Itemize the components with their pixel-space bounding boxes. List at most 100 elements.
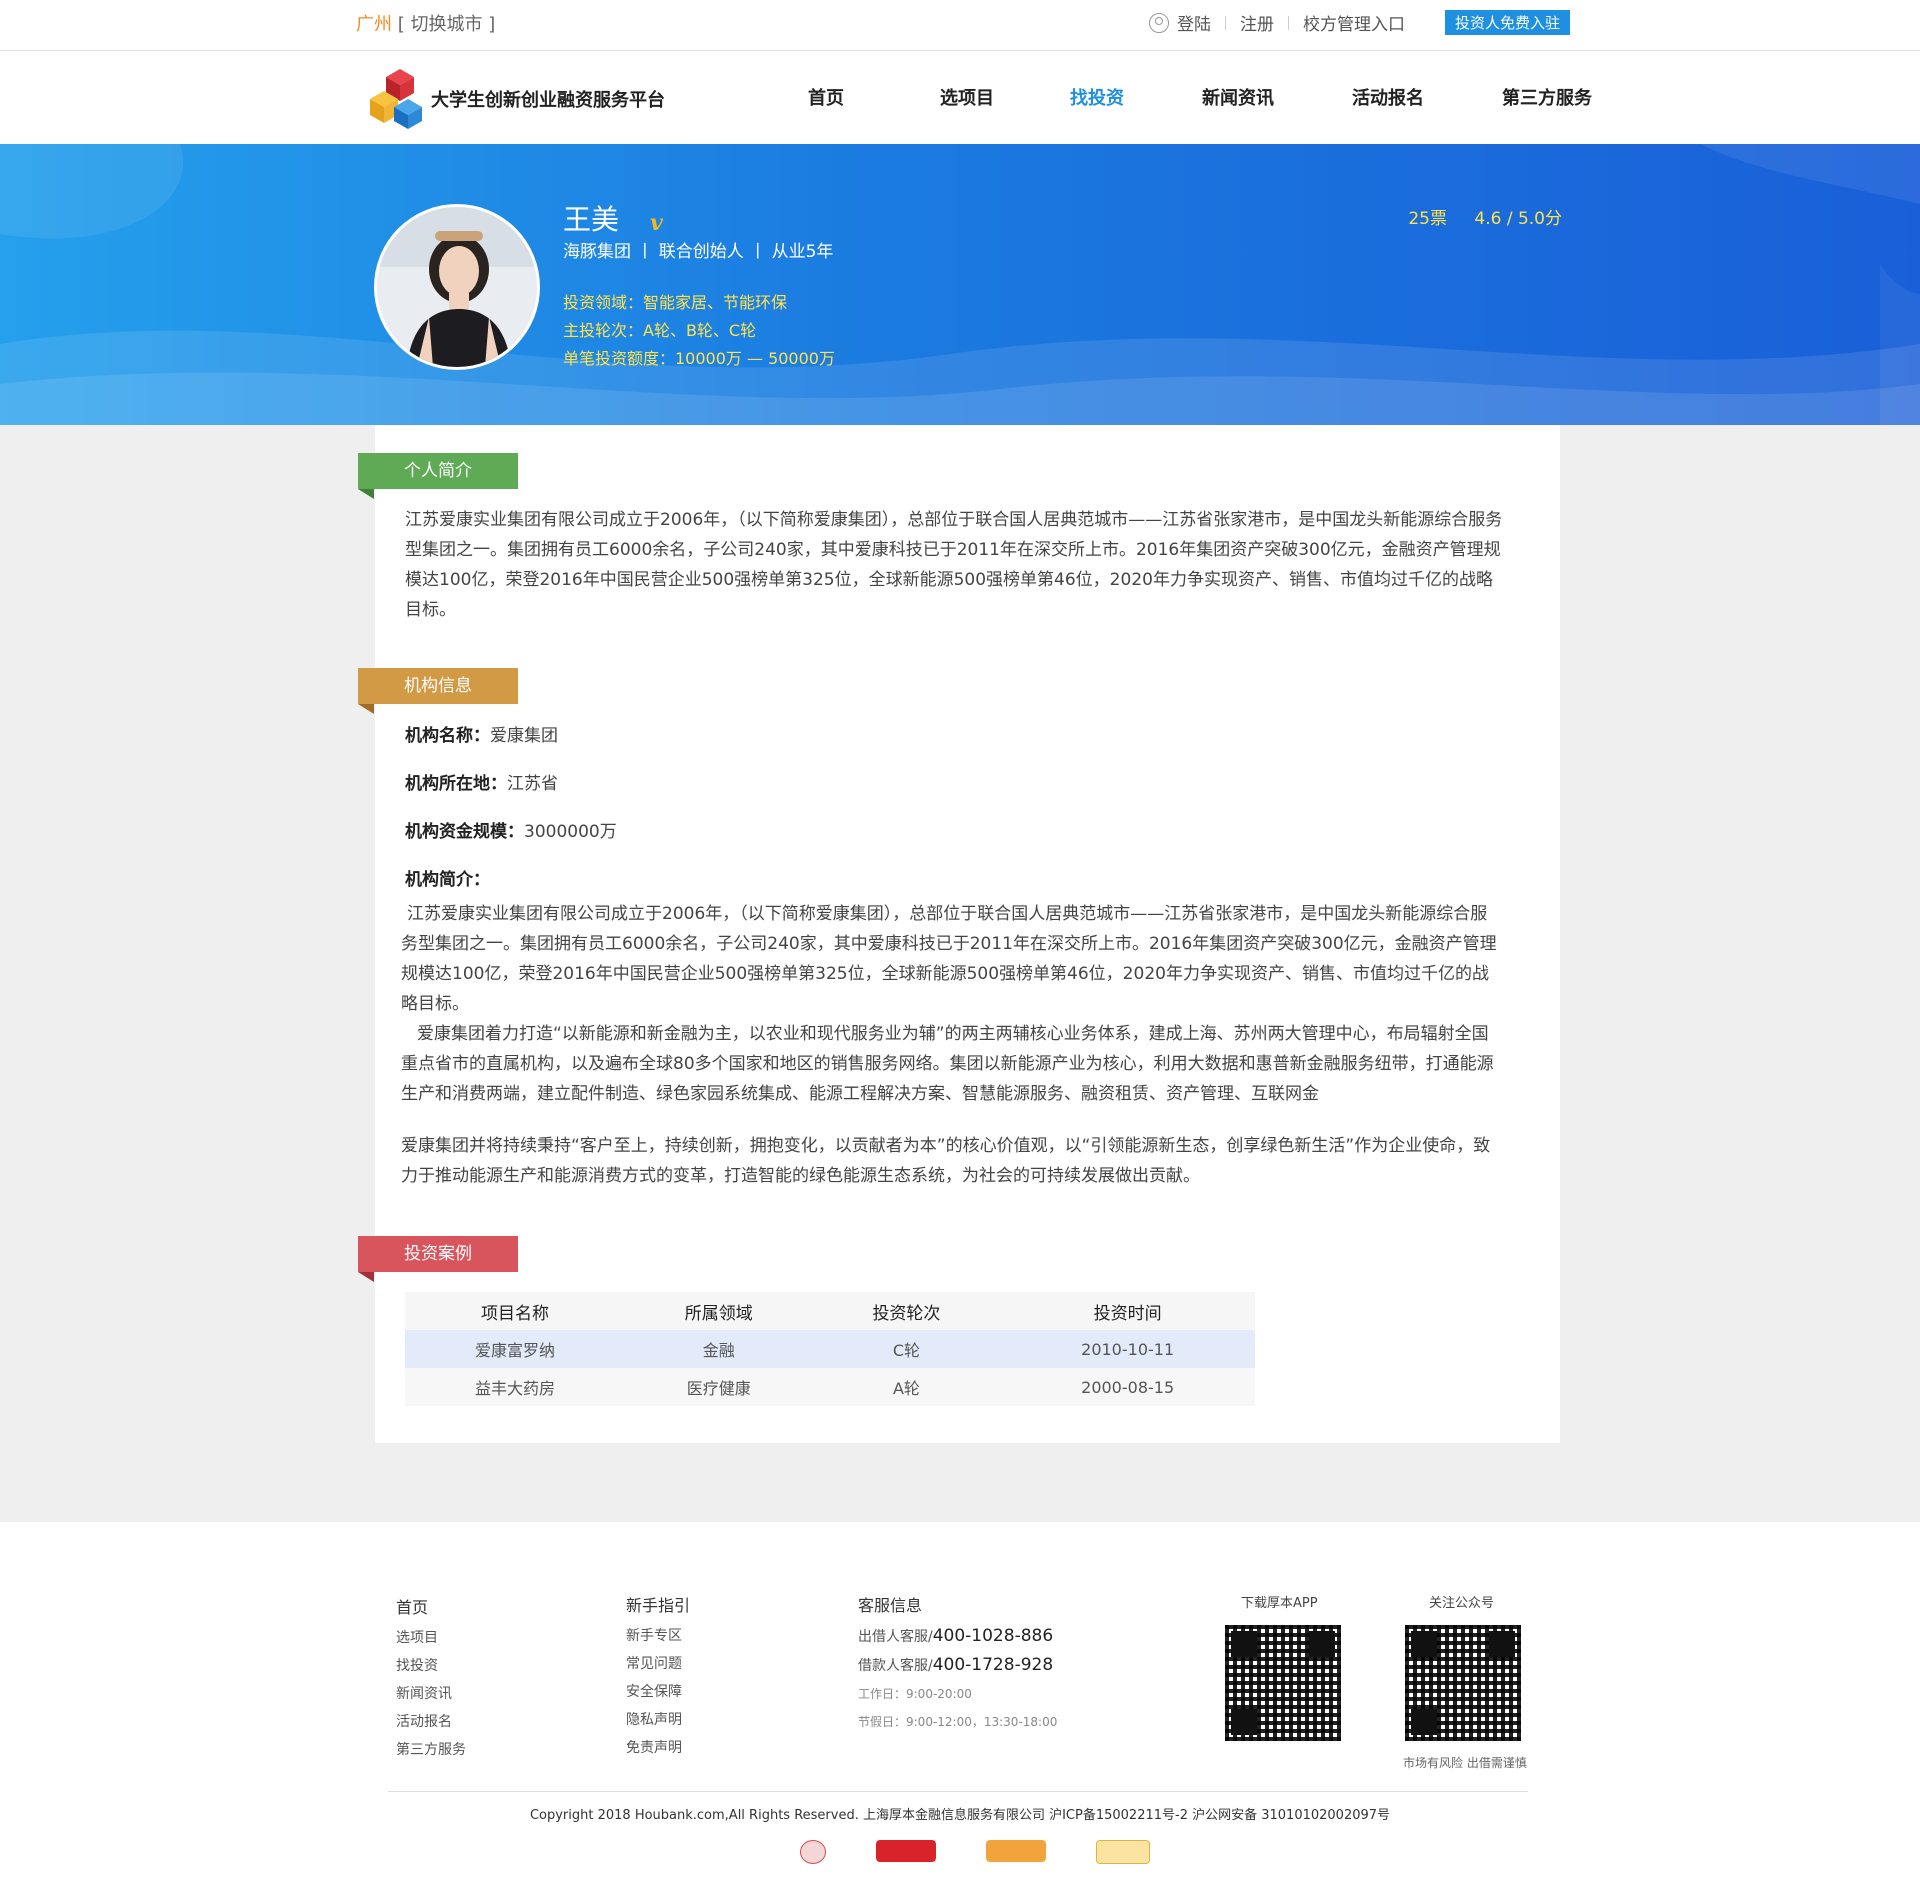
investment-fields: 投资领域：智能家居、节能环保 xyxy=(563,293,788,312)
footer-link-third-party[interactable]: 第三方服务 xyxy=(396,1736,466,1764)
borrower-phone[interactable]: 400-1728-928 xyxy=(933,1655,1053,1675)
investment-rounds: 主投轮次：A轮、B轮、C轮 xyxy=(563,321,757,340)
table-cell: C轮 xyxy=(812,1330,1001,1368)
lender-phone[interactable]: 400-1028-886 xyxy=(933,1626,1053,1646)
nav-item-events[interactable]: 活动报名 xyxy=(1352,84,1424,110)
table-cell: 2010-10-11 xyxy=(1000,1330,1255,1368)
footer-service-title: 客服信息 xyxy=(858,1596,923,1615)
column-header: 投资时间 xyxy=(1000,1292,1255,1330)
footer-link-projects[interactable]: 选项目 xyxy=(396,1624,466,1652)
register-link[interactable]: 注册 xyxy=(1240,10,1274,35)
org-name-value: 爱康集团 xyxy=(490,726,558,746)
table-cell: 2000-08-15 xyxy=(1000,1368,1255,1406)
org-fund-field: 机构资金规模：3000000万 xyxy=(405,817,617,842)
app-qr-code[interactable] xyxy=(1225,1625,1341,1741)
trusted-site-badge-icon[interactable] xyxy=(876,1840,936,1862)
wechat-qr-code[interactable] xyxy=(1405,1625,1521,1741)
footer-link-newbie[interactable]: 新手专区 xyxy=(626,1622,690,1650)
org-name-field: 机构名称：爱康集团 xyxy=(405,721,558,746)
city-selector[interactable]: 广州 [ 切换城市 ] xyxy=(356,10,495,36)
table-row[interactable]: 益丰大药房 医疗健康 A轮 2000-08-15 xyxy=(405,1368,1255,1406)
footer-link-privacy[interactable]: 隐私声明 xyxy=(626,1706,690,1734)
investor-meta: 海豚集团 丨 联合创始人 丨 从业5年 xyxy=(563,242,834,262)
investor-name: 王美 xyxy=(563,203,620,236)
nav-item-projects[interactable]: 选项目 xyxy=(940,84,994,110)
vote-count: 25票 xyxy=(1408,209,1447,229)
table-cell: 金融 xyxy=(624,1330,813,1368)
org-location-field: 机构所在地：江苏省 xyxy=(405,769,558,794)
column-header: 所属领域 xyxy=(624,1292,813,1330)
copyright: Copyright 2018 Houbank.com,All Rights Re… xyxy=(529,1808,1391,1823)
divider xyxy=(1224,15,1226,30)
credit-site-badge-icon[interactable] xyxy=(986,1840,1046,1862)
switch-city-link[interactable]: [ 切换城市 ] xyxy=(398,14,496,35)
risk-note: 市场有风险 出借需谨慎 xyxy=(1403,1756,1527,1770)
org-fund-value: 3000000万 xyxy=(524,822,617,842)
section-tag-cases: 投资案例 xyxy=(358,1236,518,1282)
personal-intro-text: 江苏爱康实业集团有限公司成立于2006年，（以下简称爱康集团），总部位于联合国人… xyxy=(405,510,1503,620)
investment-amount: 单笔投资额度：10000万 — 50000万 xyxy=(563,349,835,368)
trust-badges xyxy=(800,1840,1150,1864)
footer-link-find-investment[interactable]: 找投资 xyxy=(396,1652,466,1680)
rating-score: 4.6 / 5.0分 xyxy=(1474,209,1562,229)
investor-avatar xyxy=(374,204,540,370)
footer-link-home[interactable]: 首页 xyxy=(396,1594,466,1622)
investor-details: 投资领域：智能家居、节能环保 主投轮次：A轮、B轮、C轮 单笔投资额度：1000… xyxy=(563,289,835,373)
org-location-value: 江苏省 xyxy=(507,774,558,794)
investor-signup-button[interactable]: 投资人免费入驻 xyxy=(1444,10,1570,35)
org-intro-label: 机构简介： xyxy=(405,865,490,890)
divider xyxy=(1287,15,1289,30)
footer: 首页 选项目 找投资 新闻资讯 活动报名 第三方服务 新手指引 新手专区 常见问… xyxy=(0,1522,1920,1881)
nav-item-third-party[interactable]: 第三方服务 xyxy=(1502,84,1592,110)
holiday-hours: 节假日：9:00-12:00，13:30-18:00 xyxy=(858,1715,1058,1729)
main-nav: 大学生创新创业融资服务平台 首页 选项目 找投资 新闻资讯 活动报名 第三方服务 xyxy=(0,51,1920,144)
verified-icon: v xyxy=(650,210,663,236)
wave-background xyxy=(0,144,1920,425)
table-cell: 医疗健康 xyxy=(624,1368,813,1406)
seal-badge-icon[interactable] xyxy=(800,1840,826,1864)
current-city: 广州 xyxy=(356,14,392,35)
footer-guide-title: 新手指引 xyxy=(626,1596,691,1615)
footer-divider xyxy=(388,1791,1528,1792)
table-cell: A轮 xyxy=(812,1368,1001,1406)
section-tag-intro: 个人简介 xyxy=(358,453,518,499)
app-download-label: 下载厚本APP xyxy=(1241,1596,1318,1611)
norton-badge-icon[interactable] xyxy=(1096,1840,1150,1864)
school-admin-link[interactable]: 校方管理入口 xyxy=(1303,10,1405,35)
rating: 25票 4.6 / 5.0分 xyxy=(1408,204,1562,229)
nav-item-news[interactable]: 新闻资讯 xyxy=(1202,84,1274,110)
lender-label: 出借人客服/ xyxy=(858,1629,933,1645)
logo-icon[interactable] xyxy=(366,67,426,129)
table-row[interactable]: 爱康富罗纳 金融 C轮 2010-10-11 xyxy=(405,1330,1255,1368)
org-name-label: 机构名称： xyxy=(405,726,490,746)
nav-item-find-investment[interactable]: 找投资 xyxy=(1070,84,1124,110)
login-link[interactable]: 登陆 xyxy=(1177,10,1211,35)
nav-item-home[interactable]: 首页 xyxy=(808,84,844,110)
nav-menu: 首页 选项目 找投资 新闻资讯 活动报名 第三方服务 xyxy=(780,84,1592,110)
footer-link-events[interactable]: 活动报名 xyxy=(396,1708,466,1736)
column-header: 投资轮次 xyxy=(812,1292,1001,1330)
investment-cases-table: 项目名称 所属领域 投资轮次 投资时间 爱康富罗纳 金融 C轮 2010-10-… xyxy=(405,1292,1255,1406)
org-location-label: 机构所在地： xyxy=(405,774,507,794)
org-intro-paragraph-2: 爱康集团着力打造“以新能源和新金融为主，以农业和现代服务业为辅”的两主两辅核心业… xyxy=(401,1024,1494,1104)
borrower-label: 借款人客服/ xyxy=(858,1658,933,1674)
org-fund-label: 机构资金规模： xyxy=(405,822,524,842)
user-icon xyxy=(1148,12,1169,33)
footer-link-faq[interactable]: 常见问题 xyxy=(626,1650,690,1678)
org-intro-label-text: 机构简介： xyxy=(405,870,490,890)
footer-guide: 新手指引 新手专区 常见问题 安全保障 隐私声明 免责声明 xyxy=(626,1592,690,1762)
org-intro-paragraph-3: 爱康集团并将持续秉持“客户至上，持续创新，拥抱变化，以贡献者为本”的核心价值观，… xyxy=(401,1136,1491,1186)
table-cell: 益丰大药房 xyxy=(405,1368,625,1406)
section-tag-org: 机构信息 xyxy=(358,668,518,714)
top-links: 登陆 注册 校方管理入口 投资人免费入驻 xyxy=(1148,10,1570,35)
footer-service: 客服信息 出借人客服/400-1028-886 借款人客服/400-1728-9… xyxy=(858,1592,1057,1736)
brand-name: 大学生创新创业融资服务平台 xyxy=(431,90,665,111)
footer-link-news[interactable]: 新闻资讯 xyxy=(396,1680,466,1708)
footer-link-security[interactable]: 安全保障 xyxy=(626,1678,690,1706)
footer-link-disclaimer[interactable]: 免责声明 xyxy=(626,1734,690,1762)
org-intro-paragraph-1: 江苏爱康实业集团有限公司成立于2006年，（以下简称爱康集团），总部位于联合国人… xyxy=(401,904,1497,1014)
investor-banner: 王美 v 海豚集团 丨 联合创始人 丨 从业5年 投资领域：智能家居、节能环保 … xyxy=(0,144,1920,425)
wechat-label: 关注公众号 xyxy=(1429,1596,1495,1611)
workday-hours: 工作日：9:00-20:00 xyxy=(858,1687,972,1701)
column-header: 项目名称 xyxy=(405,1292,625,1330)
